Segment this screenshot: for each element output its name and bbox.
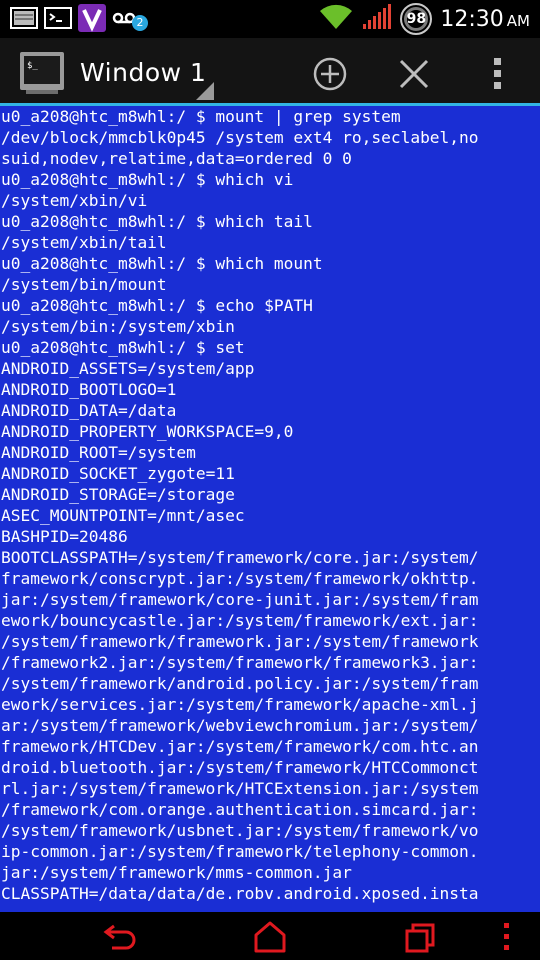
notification-icons	[10, 4, 138, 32]
overflow-menu-icon[interactable]	[480, 56, 516, 92]
terminal-line: u0_a208@htc_m8whl:/ $ which tail	[1, 212, 313, 231]
close-window-icon[interactable]	[396, 56, 432, 92]
wifi-icon	[318, 3, 354, 35]
terminal-line: ANDROID_PROPERTY_WORKSPACE=9,0	[1, 422, 294, 441]
signal-icon	[362, 4, 392, 34]
back-icon[interactable]	[102, 920, 138, 954]
notification-count-badge: 2	[132, 15, 148, 31]
terminal-app-icon[interactable]: $_	[18, 50, 66, 96]
terminal-line: /system/bin/mount	[1, 275, 167, 294]
terminal-line: /system/xbin/tail	[1, 233, 167, 252]
terminal-line: ASEC_MOUNTPOINT=/mnt/asec	[1, 506, 245, 525]
terminal-icon	[44, 4, 72, 32]
terminal-line: /system/xbin/vi	[1, 191, 148, 210]
terminal-line: /dev/block/mmcblk0p45 /system ext4 ro,se…	[1, 128, 479, 147]
terminal-line: ANDROID_BOOTLOGO=1	[1, 380, 177, 399]
terminal-line: u0_a208@htc_m8whl:/ $ set	[1, 338, 245, 357]
terminal-line: droid.bluetooth.jar:/system/framework/HT…	[1, 758, 479, 777]
clock-time: 12:30	[440, 6, 504, 32]
v-app-icon	[78, 4, 106, 32]
window-title[interactable]: Window 1	[80, 58, 206, 87]
terminal-line: ANDROID_DATA=/data	[1, 401, 177, 420]
terminal-line: CLASSPATH=/data/data/de.robv.android.xpo…	[1, 884, 479, 903]
navigation-bar	[0, 912, 540, 960]
recent-apps-icon[interactable]	[403, 920, 439, 954]
clock: 12:30 AM	[440, 7, 530, 32]
terminal-line: u0_a208@htc_m8whl:/ $ mount | grep syste…	[1, 107, 401, 126]
menu-icon[interactable]	[496, 920, 532, 954]
window-spinner-indicator[interactable]	[196, 82, 214, 100]
terminal-line: rl.jar:/system/framework/HTCExtension.ja…	[1, 779, 479, 798]
terminal-line: /framework2.jar:/system/framework/framew…	[1, 653, 479, 672]
terminal-line: ANDROID_STORAGE=/storage	[1, 485, 235, 504]
terminal-line: ip-common.jar:/system/framework/telephon…	[1, 842, 479, 861]
action-bar: $_ Window 1	[0, 38, 540, 106]
terminal-line: BOOTCLASSPATH=/system/framework/core.jar…	[1, 548, 479, 567]
terminal-line: /system/bin:/system/xbin	[1, 317, 235, 336]
terminal-line: u0_a208@htc_m8whl:/ $ echo $PATH	[1, 296, 313, 315]
battery-indicator: 98	[400, 3, 433, 35]
terminal-line: ework/bouncycastle.jar:/system/framework…	[1, 611, 479, 630]
home-icon[interactable]	[252, 920, 288, 954]
terminal-line: u0_a208@htc_m8whl:/ $ which vi	[1, 170, 294, 189]
terminal-line: u0_a208@htc_m8whl:/ $ which mount	[1, 254, 323, 273]
terminal-line: /system/framework/framework.jar:/system/…	[1, 632, 479, 651]
add-window-icon[interactable]	[312, 56, 348, 92]
terminal-line: ework/services.jar:/system/framework/apa…	[1, 695, 479, 714]
terminal-line: jar:/system/framework/mms-common.jar	[1, 863, 352, 882]
terminal-line: framework/conscrypt.jar:/system/framewor…	[1, 569, 479, 588]
svg-text:$_: $_	[27, 61, 38, 71]
terminal-line: suid,nodev,relatime,data=ordered 0 0	[1, 149, 352, 168]
terminal-line: /system/framework/android.policy.jar:/sy…	[1, 674, 479, 693]
terminal-line: ANDROID_ROOT=/system	[1, 443, 196, 462]
clock-ampm: AM	[506, 11, 530, 30]
status-bar: 2 98 12:30 AM	[0, 0, 540, 38]
terminal-line: jar:/system/framework/core-junit.jar:/sy…	[1, 590, 479, 609]
terminal-line: /system/framework/usbnet.jar:/system/fra…	[1, 821, 479, 840]
terminal-line: ar:/system/framework/webviewchromium.jar…	[1, 716, 479, 735]
terminal-line: ANDROID_SOCKET_zygote=11	[1, 464, 235, 483]
terminal-line: BASHPID=20486	[1, 527, 128, 546]
terminal-line: /framework/com.orange.authentication.sim…	[1, 800, 479, 819]
picture-icon	[10, 4, 38, 32]
terminal-output[interactable]: u0_a208@htc_m8whl:/ $ mount | grep syste…	[0, 106, 540, 912]
terminal-line: ANDROID_ASSETS=/system/app	[1, 359, 255, 378]
terminal-line: framework/HTCDev.jar:/system/framework/c…	[1, 737, 479, 756]
